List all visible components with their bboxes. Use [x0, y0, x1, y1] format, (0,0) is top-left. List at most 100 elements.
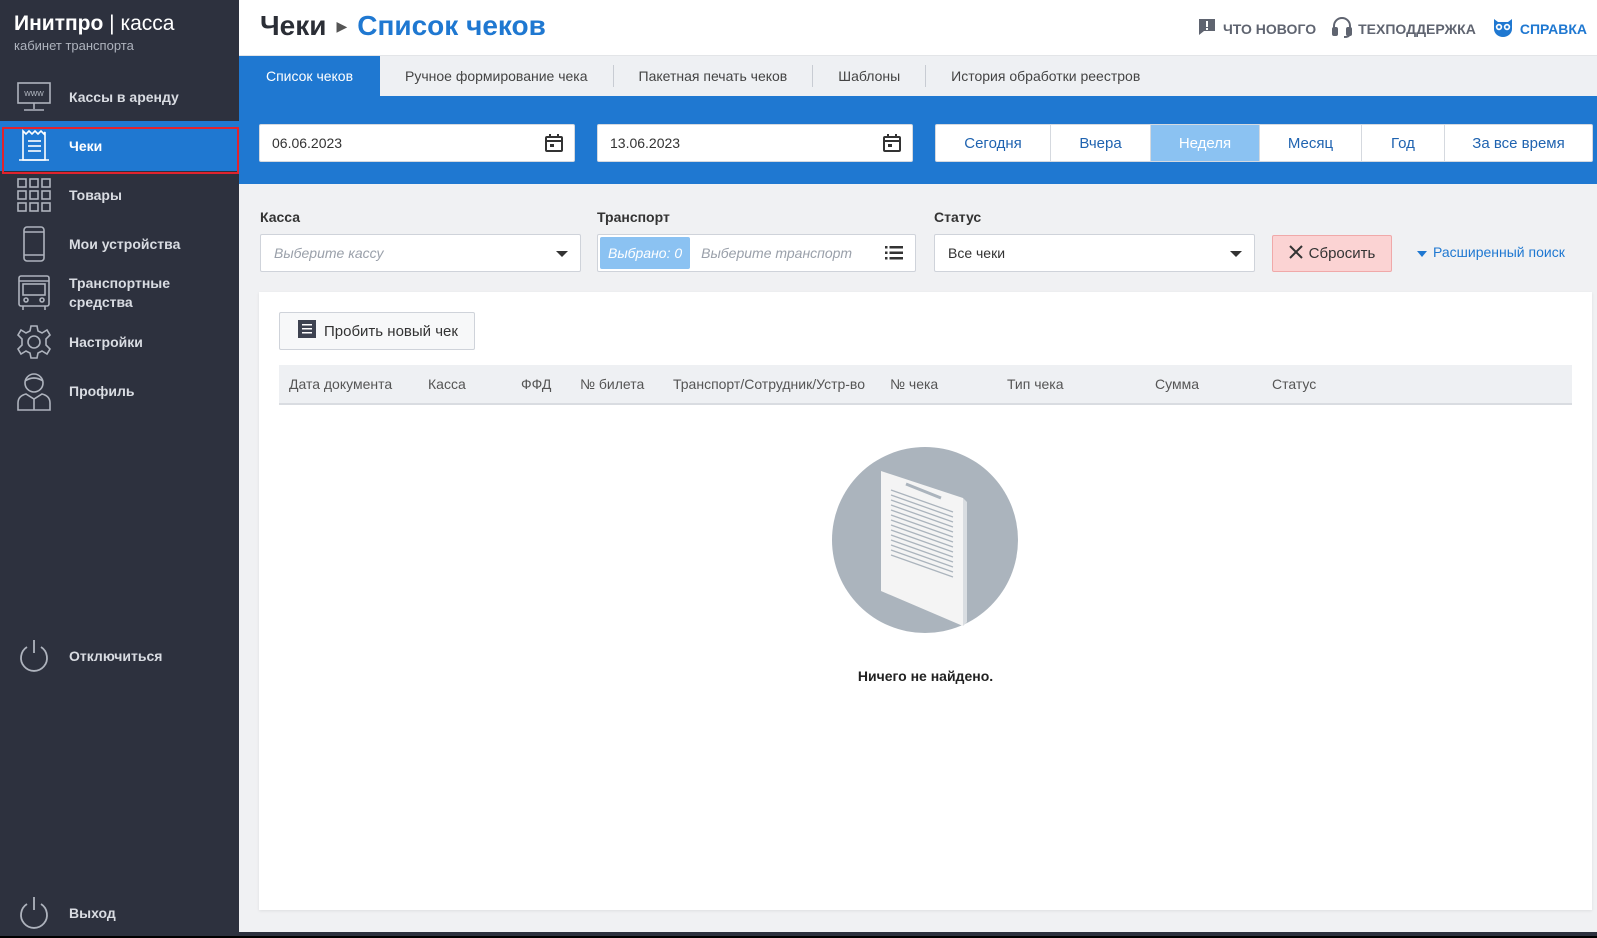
new-receipt-button[interactable]: Пробить новый чек: [279, 312, 475, 350]
selected-count-chip: Выбрано: 0: [600, 237, 691, 269]
transport-label: Транспорт: [597, 209, 670, 225]
reset-button[interactable]: Сбросить: [1272, 235, 1392, 272]
tab-spisok-chekov[interactable]: Список чеков: [239, 56, 380, 96]
new-receipt-label: Пробить новый чек: [324, 322, 458, 340]
receipts-panel: Пробить новый чек Дата документа Касса Ф…: [259, 292, 1592, 910]
reset-label: Сбросить: [1308, 245, 1376, 262]
sidebar-item-profil[interactable]: Профиль: [0, 366, 239, 416]
page-title: Список чеков: [357, 10, 546, 41]
sidebar-item-nastroyki[interactable]: Настройки: [0, 317, 239, 367]
brand-name-bold: Инитпро: [14, 12, 104, 35]
sidebar-item-label: Мои устройства: [69, 235, 181, 252]
kassa-placeholder: Выберите кассу: [274, 245, 384, 261]
column-header[interactable]: ФФД: [521, 376, 551, 392]
column-header[interactable]: № чека: [890, 376, 938, 392]
power-icon: [16, 895, 52, 931]
disconnect-button[interactable]: Отключиться: [0, 631, 239, 681]
receipt-icon: [16, 128, 52, 164]
app-window: Инитпро | касса кабинет транспорта www К…: [0, 0, 1597, 936]
period-year[interactable]: Год: [1362, 125, 1445, 161]
kassa-label: Касса: [260, 209, 301, 225]
table-header: Дата документа Касса ФФД № билета Трансп…: [279, 365, 1572, 405]
help-label: СПРАВКА: [1519, 20, 1587, 37]
date-to-value: 13.06.2023: [610, 135, 681, 151]
column-header[interactable]: Дата документа: [289, 376, 392, 392]
column-header[interactable]: Статус: [1272, 376, 1316, 392]
headset-icon: [1332, 16, 1353, 41]
column-header[interactable]: Тип чека: [1007, 376, 1064, 392]
period-yesterday[interactable]: Вчера: [1051, 125, 1151, 161]
sidebar: Инитпро | касса кабинет транспорта www К…: [0, 0, 239, 936]
list-icon[interactable]: [885, 246, 903, 263]
help-link[interactable]: СПРАВКА: [1492, 16, 1587, 41]
whats-new-label: ЧТО НОВОГО: [1222, 20, 1317, 37]
breadcrumb-parent[interactable]: Чеки: [260, 10, 326, 42]
column-header[interactable]: № билета: [580, 376, 644, 392]
tab-shablony[interactable]: Шаблоны: [813, 56, 925, 96]
column-header[interactable]: Касса: [428, 376, 466, 392]
announcement-icon: [1197, 17, 1217, 40]
power-icon: [16, 638, 52, 674]
date-filter-band: 06.06.2023 13.06.2023 Сегодня Вчера Неде…: [239, 96, 1597, 184]
column-header[interactable]: Сумма: [1155, 376, 1199, 392]
period-month[interactable]: Месяц: [1260, 125, 1362, 161]
chevron-down-icon: [1230, 251, 1242, 257]
calendar-icon[interactable]: [544, 133, 564, 156]
sidebar-item-tovary[interactable]: Товары: [0, 170, 239, 220]
column-header[interactable]: Транспорт/Сотрудник/Устр-во: [673, 376, 865, 392]
www-monitor-icon: www: [16, 79, 52, 115]
gear-icon: [16, 324, 52, 360]
disconnect-label: Отключиться: [69, 647, 163, 664]
brand-logo[interactable]: Инитпро | касса кабинет транспорта: [14, 12, 174, 53]
tab-istoriya-reestrov[interactable]: История обработки реестров: [926, 56, 1165, 96]
header-links: ЧТО НОВОГО ТЕХПОДДЕРЖКА СПРАВКА: [1197, 16, 1587, 41]
logout-label: Выход: [69, 904, 116, 921]
tab-bar: Список чеков Ручное формирование чека Па…: [239, 56, 1597, 96]
period-selector: Сегодня Вчера Неделя Месяц Год За все вр…: [935, 124, 1593, 162]
chevron-down-icon: [556, 251, 568, 257]
advanced-search-label: Расширенный поиск: [1433, 244, 1565, 260]
sidebar-item-kassy-v-arendu[interactable]: www Кассы в аренду: [0, 72, 239, 122]
caret-down-icon: [1417, 244, 1427, 260]
logout-button[interactable]: Выход: [0, 888, 239, 938]
sidebar-item-label: Профиль: [69, 382, 135, 399]
bus-icon: [16, 275, 52, 311]
phone-icon: [16, 226, 52, 262]
empty-state-message: Ничего не найдено.: [857, 668, 994, 684]
period-week[interactable]: Неделя: [1151, 125, 1260, 161]
sidebar-item-label: Транспортные средства: [69, 275, 171, 310]
calendar-icon[interactable]: [882, 133, 902, 156]
sidebar-item-label: Настройки: [69, 333, 143, 350]
sidebar-item-label: Чеки: [69, 137, 103, 154]
breadcrumb: Чеки ▶ Список чеков: [260, 10, 546, 42]
status-value: Все чеки: [948, 245, 1006, 261]
period-all-time[interactable]: За все время: [1445, 125, 1592, 161]
sidebar-item-label: Кассы в аренду: [69, 88, 179, 105]
bottom-edge: [239, 932, 1597, 936]
advanced-search-link[interactable]: Расширенный поиск: [1417, 244, 1565, 260]
kassa-select[interactable]: Выберите кассу: [260, 234, 581, 272]
date-from-input[interactable]: 06.06.2023: [259, 124, 575, 162]
owl-icon: [1492, 17, 1514, 40]
sidebar-item-cheki[interactable]: Чеки: [0, 121, 239, 171]
tab-ruchnoe-formirovanie[interactable]: Ручное формирование чека: [380, 56, 613, 96]
support-label: ТЕХПОДДЕРЖКА: [1358, 20, 1476, 37]
status-select[interactable]: Все чеки: [934, 234, 1255, 272]
sidebar-item-moi-ustroystva[interactable]: Мои устройства: [0, 219, 239, 269]
whats-new-link[interactable]: ЧТО НОВОГО: [1197, 16, 1316, 41]
brand-subtitle: кабинет транспорта: [14, 38, 134, 53]
page-header: Чеки ▶ Список чеков ЧТО НОВОГО ТЕХПОДДЕР…: [239, 0, 1597, 56]
receipt-list-icon: [298, 320, 316, 342]
period-today[interactable]: Сегодня: [936, 125, 1051, 161]
support-link[interactable]: ТЕХПОДДЕРЖКА: [1332, 16, 1476, 41]
transport-select[interactable]: Выбрано: 0 Выберите транспорт: [597, 234, 916, 272]
sidebar-item-transportnye-sredstva[interactable]: Транспортные средства: [0, 268, 239, 318]
brand-name-rest: касса: [120, 12, 175, 35]
sidebar-item-label: Товары: [69, 186, 122, 203]
close-icon: [1288, 244, 1303, 263]
tab-paketnaya-pechat[interactable]: Пакетная печать чеков: [614, 56, 813, 96]
svg-text:www: www: [23, 88, 44, 98]
date-from-value: 06.06.2023: [272, 135, 343, 151]
status-label: Статус: [934, 209, 982, 225]
date-to-input[interactable]: 13.06.2023: [597, 124, 913, 162]
